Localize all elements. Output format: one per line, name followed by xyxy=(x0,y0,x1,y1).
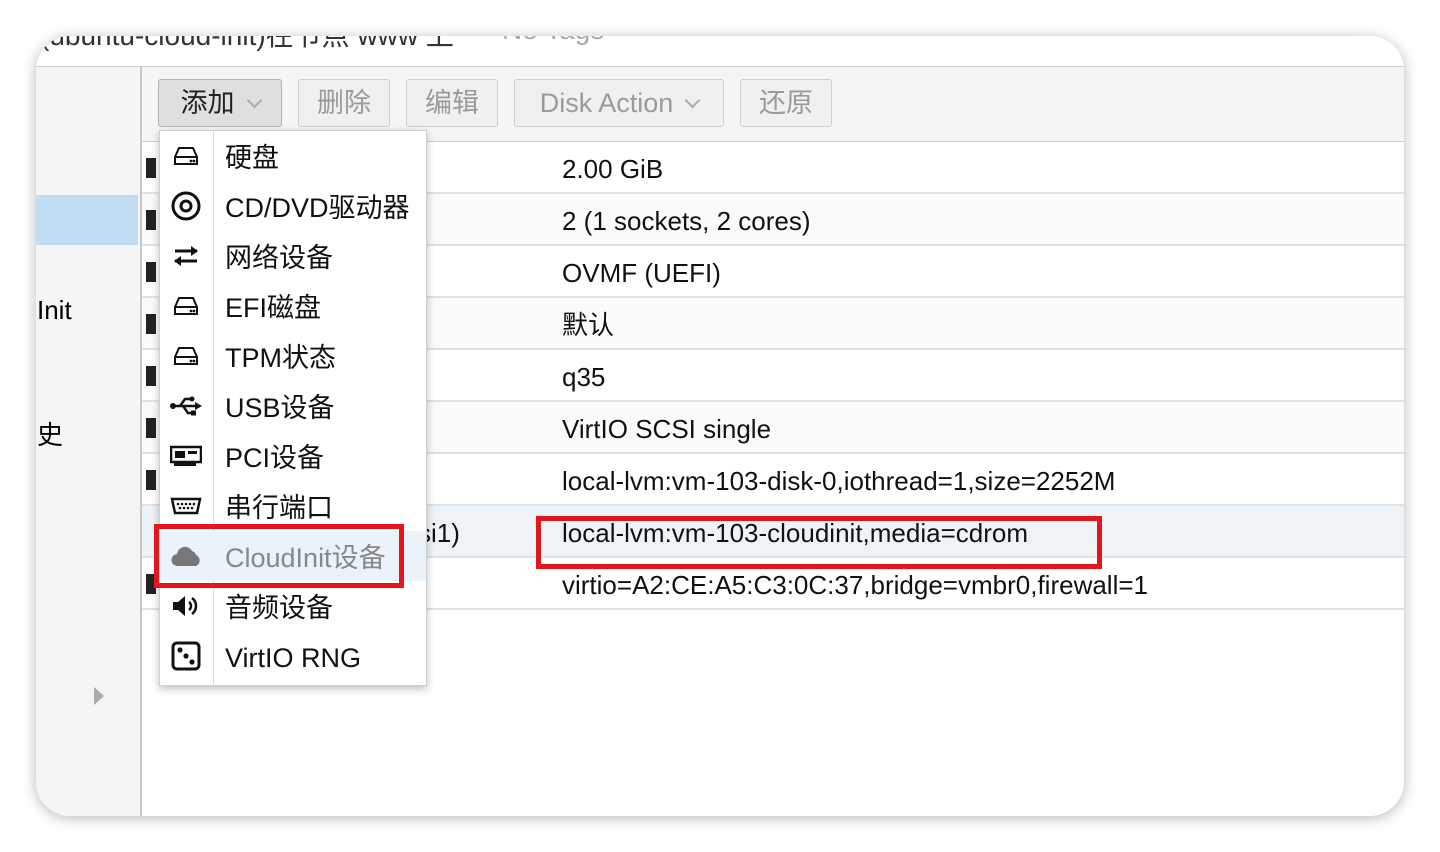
expand-arrow-icon[interactable] xyxy=(94,687,104,705)
menu-item-virtio-rng[interactable]: VirtIO RNG xyxy=(160,631,426,681)
volume-icon xyxy=(168,590,204,622)
cpu-icon xyxy=(146,210,156,230)
menu-item-label: PCI设备 xyxy=(225,443,325,473)
row-value: 默认 xyxy=(562,310,615,340)
display-icon xyxy=(146,314,156,334)
usb-icon xyxy=(168,390,204,422)
disk-action-label: Disk Action xyxy=(539,88,674,118)
tags-label[interactable]: No Tags xyxy=(502,36,604,46)
pci-card-icon xyxy=(168,440,204,472)
disc-icon xyxy=(168,190,204,222)
row-value: local-lvm:vm-103-disk-0,iothread=1,size=… xyxy=(562,466,1116,496)
vm-nav-panel: Init 史 xyxy=(36,67,142,816)
menu-item-tpm-state[interactable]: TPM状态 xyxy=(160,331,426,381)
row-value: 2 (1 sockets, 2 cores) xyxy=(562,206,811,236)
menu-item-label: TPM状态 xyxy=(225,343,336,373)
disk-action-button[interactable]: Disk Action xyxy=(514,79,724,127)
menu-item-label: USB设备 xyxy=(225,393,335,423)
nav-item-cloudinit[interactable]: Init xyxy=(37,295,72,326)
menu-item-label: 音频设备 xyxy=(225,593,333,623)
exchange-icon xyxy=(168,240,204,272)
row-value: VirtIO SCSI single xyxy=(562,414,772,444)
menu-item-label: CD/DVD驱动器 xyxy=(225,193,410,223)
menu-item-hard-disk[interactable]: 硬盘 xyxy=(160,131,426,181)
add-button[interactable]: 添加 xyxy=(158,79,282,127)
add-button-label: 添加 xyxy=(180,88,235,118)
title-bar: (ubuntu-cloud-init)在节点 www 上 No Tags xyxy=(36,36,1404,67)
memory-icon xyxy=(146,158,156,178)
menu-item-usb-device[interactable]: USB设备 xyxy=(160,381,426,431)
hdd-icon xyxy=(168,290,204,322)
database-icon xyxy=(146,418,156,438)
menu-item-label: 网络设备 xyxy=(225,243,333,273)
menu-item-cd-dvd[interactable]: CD/DVD驱动器 xyxy=(160,181,426,231)
menu-item-efi-disk[interactable]: EFI磁盘 xyxy=(160,281,426,331)
serial-port-icon xyxy=(168,490,204,522)
hdd-icon xyxy=(146,470,156,490)
row-value: q35 xyxy=(562,362,606,392)
menu-item-pci-device[interactable]: PCI设备 xyxy=(160,431,426,481)
nav-item-hardware-selected[interactable] xyxy=(36,195,138,245)
highlight-box-cloudinit-value xyxy=(536,516,1102,569)
vm-title: (ubuntu-cloud-init)在节点 www 上 xyxy=(40,36,454,54)
bios-icon xyxy=(146,262,156,282)
revert-button[interactable]: 还原 xyxy=(740,79,832,127)
menu-item-label: 硬盘 xyxy=(225,143,279,173)
hdd-icon xyxy=(168,340,204,372)
row-value: OVMF (UEFI) xyxy=(562,258,721,288)
menu-item-audio-device[interactable]: 音频设备 xyxy=(160,581,426,631)
add-dropdown-menu: 硬盘 CD/DVD驱动器 网络设备 EFI磁盘 TPM状态 USB设备 PCI设… xyxy=(159,130,427,686)
dice-icon xyxy=(168,640,204,672)
menu-item-label: VirtIO RNG xyxy=(225,643,362,673)
edit-button[interactable]: 编辑 xyxy=(406,79,498,127)
highlight-box-cloudinit-menu-item xyxy=(154,524,404,588)
nav-item-history[interactable]: 史 xyxy=(37,415,63,452)
menu-item-label: EFI磁盘 xyxy=(225,293,322,323)
chevron-down-icon xyxy=(685,92,701,109)
chevron-down-icon xyxy=(246,92,262,109)
row-value: 2.00 GiB xyxy=(562,154,664,184)
delete-button[interactable]: 删除 xyxy=(298,79,390,127)
menu-item-network-device[interactable]: 网络设备 xyxy=(160,231,426,281)
machine-icon xyxy=(146,366,156,386)
hdd-icon xyxy=(168,140,204,172)
